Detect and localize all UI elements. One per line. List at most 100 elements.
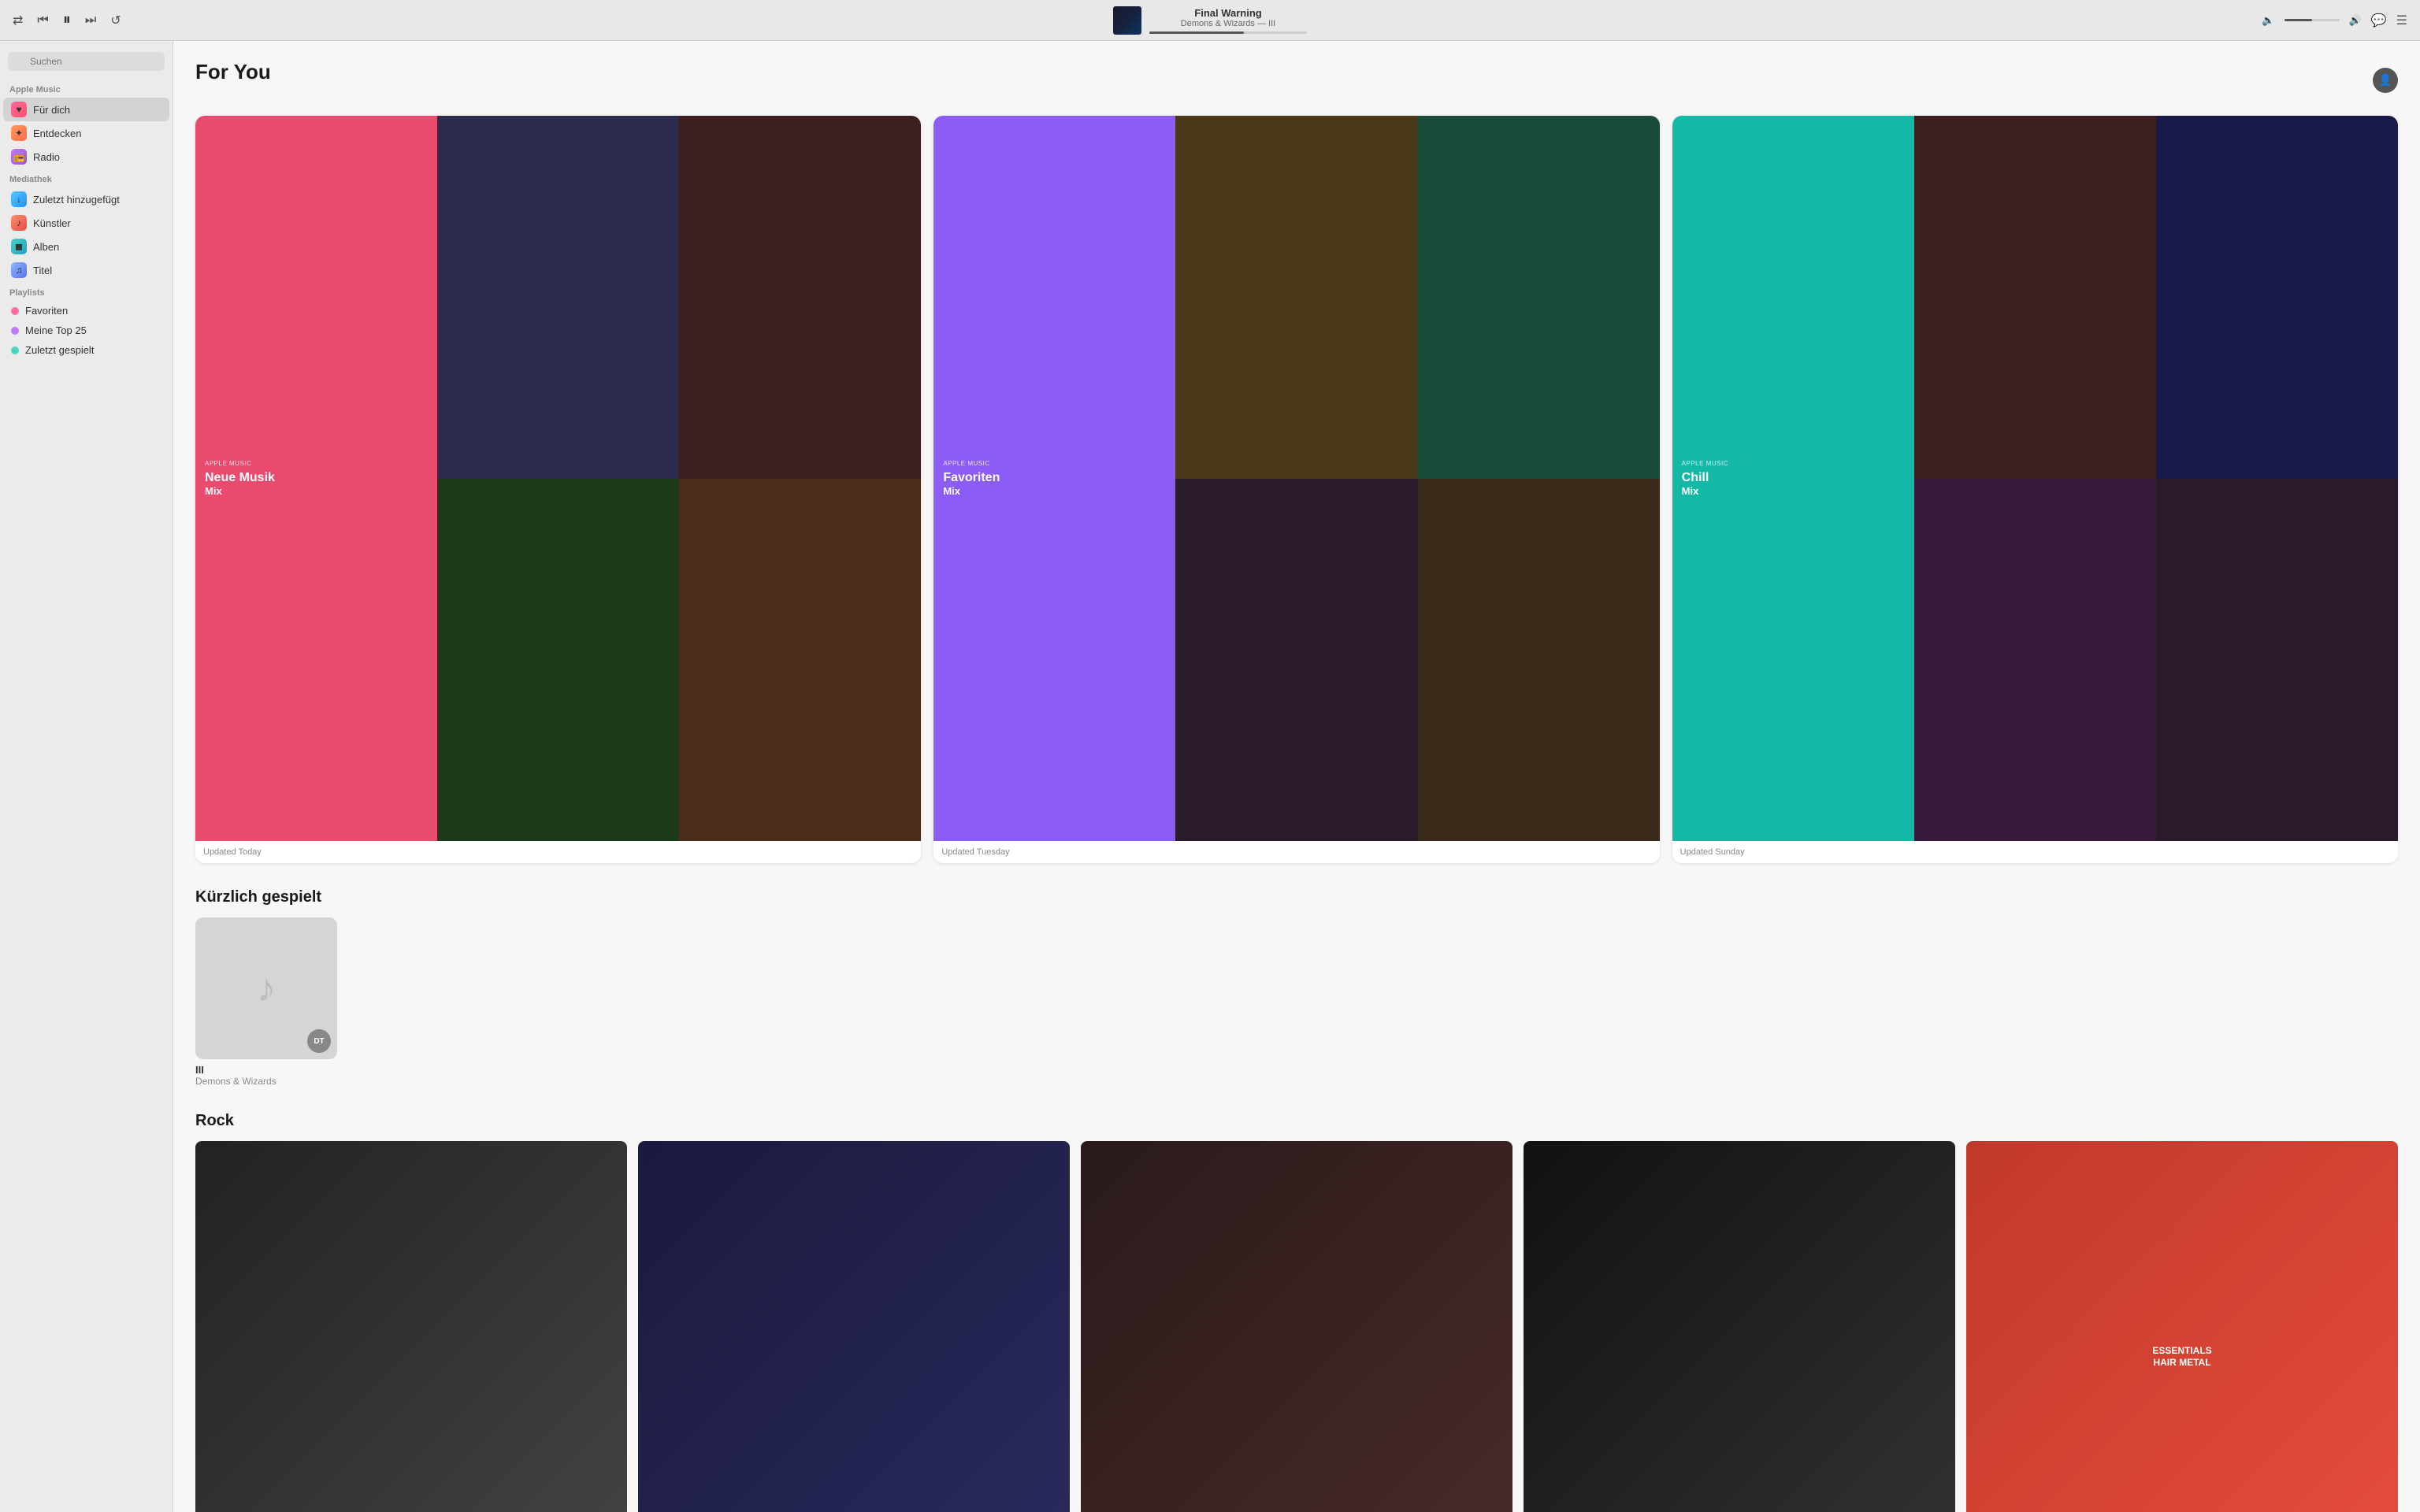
alben-icon: ◼ [11, 239, 27, 254]
neue-musik-name: Neue Musik [205, 470, 275, 485]
main-layout: 🔍 Apple Music ♥ Für dich ✦ Entdecken 📻 R… [0, 41, 2420, 1512]
rock-card-apocalyptica[interactable] [1081, 1141, 1512, 1512]
neue-musik-thumb-2 [679, 116, 921, 479]
favoriten-playlist-label: Favoriten [25, 305, 68, 317]
lyrics-button[interactable]: 💬 [2371, 13, 2387, 28]
rock-card-helloween[interactable] [638, 1141, 1070, 1512]
playlists-section-label: Playlists [0, 282, 173, 301]
favoriten-badge: APPLE MUSIC [943, 460, 989, 467]
kuenstler-label: Künstler [33, 217, 71, 229]
recently-thumb-III: ♪ DT [195, 917, 337, 1059]
rock-thumb-img-kiss [195, 1141, 627, 1512]
shuffle-button[interactable]: ⇄ [13, 13, 23, 28]
playlist-dot-top25 [11, 327, 19, 335]
favoriten-mix-card[interactable]: APPLE MUSIC Favoriten Mix Updated Tuesda… [933, 116, 1659, 863]
sidebar-item-zuletzt-hinzugefuegt[interactable]: ↓ Zuletzt hinzugefügt [3, 187, 169, 211]
volume-high-icon: 🔊 [2349, 14, 2362, 27]
favoriten-name: Favoriten [943, 470, 1000, 485]
volume-low-icon: 🔈 [2262, 14, 2274, 27]
now-playing-thumb [1113, 6, 1141, 35]
alben-label: Alben [33, 241, 59, 253]
sidebar-item-favoriten-playlist[interactable]: Favoriten [3, 301, 169, 321]
rock-thumb-img-essentials: ESSENTIALSHAIR METAL [1966, 1141, 2398, 1512]
sidebar-item-titel[interactable]: ♫ Titel [3, 258, 169, 282]
kuenstler-icon: ♪ [11, 215, 27, 231]
rock-card-live[interactable] [1524, 1141, 1955, 1512]
mix-card-grid-favoriten: APPLE MUSIC Favoriten Mix [933, 116, 1659, 841]
rock-thumb-essentials: ESSENTIALSHAIR METAL [1966, 1141, 2398, 1512]
playlist-dot-favoriten [11, 307, 19, 315]
sidebar-item-entdecken[interactable]: ✦ Entdecken [3, 121, 169, 145]
rock-thumb-apocalyptica [1081, 1141, 1512, 1512]
rock-card-essentials[interactable]: ESSENTIALSHAIR METAL [1966, 1141, 2398, 1512]
repeat-button[interactable]: ↺ [110, 13, 121, 28]
rock-thumb-img-apocalyptica [1081, 1141, 1512, 1512]
dt-badge: DT [307, 1029, 331, 1053]
player-controls: ⇄ ⏮ ⏸ ⏭ ↺ [13, 11, 1210, 29]
favoriten-thumb-3 [1175, 479, 1417, 842]
player-center: Final Warning Demons & Wizards — III [1113, 6, 1307, 35]
for-you-cards: APPLE MUSIC Neue Musik Mix Updated Today [195, 116, 2398, 863]
queue-button[interactable]: ☰ [2396, 13, 2407, 28]
favoriten-updated: Updated Tuesday [933, 841, 1659, 863]
neue-musik-thumb-4 [679, 479, 921, 842]
volume-slider[interactable] [2285, 19, 2340, 21]
rock-thumb-live [1524, 1141, 1955, 1512]
chill-updated: Updated Sunday [1672, 841, 2398, 863]
chill-name: Chill [1682, 470, 1709, 485]
zuletzt-hinzugefuegt-label: Zuletzt hinzugefügt [33, 194, 120, 206]
neue-musik-mix-card[interactable]: APPLE MUSIC Neue Musik Mix Updated Today [195, 116, 921, 863]
rock-card-kiss[interactable] [195, 1141, 627, 1512]
progress-bar[interactable] [1149, 32, 1307, 34]
chill-thumb-1 [1914, 116, 2156, 479]
sidebar-item-radio[interactable]: 📻 Radio [3, 145, 169, 169]
rock-title: Rock [195, 1112, 2398, 1130]
user-avatar[interactable]: 👤 [2373, 68, 2398, 93]
track-title: Final Warning [1194, 7, 1261, 19]
chill-thumb-4 [2156, 479, 2398, 842]
play-pause-button[interactable]: ⏸ [63, 11, 71, 29]
player-bar: ⇄ ⏮ ⏸ ⏭ ↺ Final Warning Demons & Wizards… [0, 0, 2420, 41]
music-note-icon: ♪ [257, 967, 276, 1010]
recently-artist-III: Demons & Wizards [195, 1076, 337, 1087]
playlist-dot-zuletzt [11, 346, 19, 354]
rock-thumb-img-helloween [638, 1141, 1070, 1512]
recently-played-section: Kürzlich gespielt ♪ DT III Demons & Wiza… [195, 888, 2398, 1087]
zuletzt-gespielt-label: Zuletzt gespielt [25, 344, 94, 356]
fuer-dich-label: Für dich [33, 104, 70, 116]
chill-thumb-3 [1914, 479, 2156, 842]
progress-fill [1149, 32, 1244, 34]
mix-card-grid-neue: APPLE MUSIC Neue Musik Mix [195, 116, 921, 841]
sidebar-item-kuenstler[interactable]: ♪ Künstler [3, 211, 169, 235]
track-info: Final Warning Demons & Wizards — III [1149, 7, 1307, 34]
sidebar-item-zuletzt-gespielt[interactable]: Zuletzt gespielt [3, 340, 169, 360]
favoriten-thumb-2 [1418, 116, 1660, 479]
sidebar-item-meine-top-25[interactable]: Meine Top 25 [3, 321, 169, 340]
favoriten-thumb-1 [1175, 116, 1417, 479]
recently-title-III: III [195, 1064, 337, 1076]
sidebar-item-alben[interactable]: ◼ Alben [3, 235, 169, 258]
favoriten-thumb-4 [1418, 479, 1660, 842]
titel-icon: ♫ [11, 262, 27, 278]
recently-played-grid: ♪ DT III Demons & Wizards [195, 917, 2398, 1087]
track-artist-album: Demons & Wizards — III [1181, 19, 1275, 28]
sidebar: 🔍 Apple Music ♥ Für dich ✦ Entdecken 📻 R… [0, 41, 173, 1512]
rock-grid: ESSENTIALSHAIR METAL [195, 1141, 2398, 1512]
sidebar-item-fuer-dich[interactable]: ♥ Für dich [3, 98, 169, 121]
fuer-dich-icon: ♥ [11, 102, 27, 117]
neue-musik-updated: Updated Today [195, 841, 921, 863]
search-container: 🔍 [0, 47, 173, 76]
chill-mix-card[interactable]: APPLE MUSIC Chill Mix Updated Sunday [1672, 116, 2398, 863]
rock-thumb-helloween [638, 1141, 1070, 1512]
mediathek-section-label: Mediathek [0, 169, 173, 187]
entdecken-label: Entdecken [33, 128, 81, 139]
next-button[interactable]: ⏭ [85, 13, 96, 28]
previous-button[interactable]: ⏮ [37, 13, 48, 28]
recently-card-III[interactable]: ♪ DT III Demons & Wizards [195, 917, 337, 1087]
search-input[interactable] [8, 52, 165, 71]
favoriten-sub: Mix [943, 485, 960, 497]
entdecken-icon: ✦ [11, 125, 27, 141]
neue-musik-badge: APPLE MUSIC [205, 460, 251, 467]
rock-section: Rock [195, 1112, 2398, 1512]
neue-musik-thumb-1 [437, 116, 679, 479]
